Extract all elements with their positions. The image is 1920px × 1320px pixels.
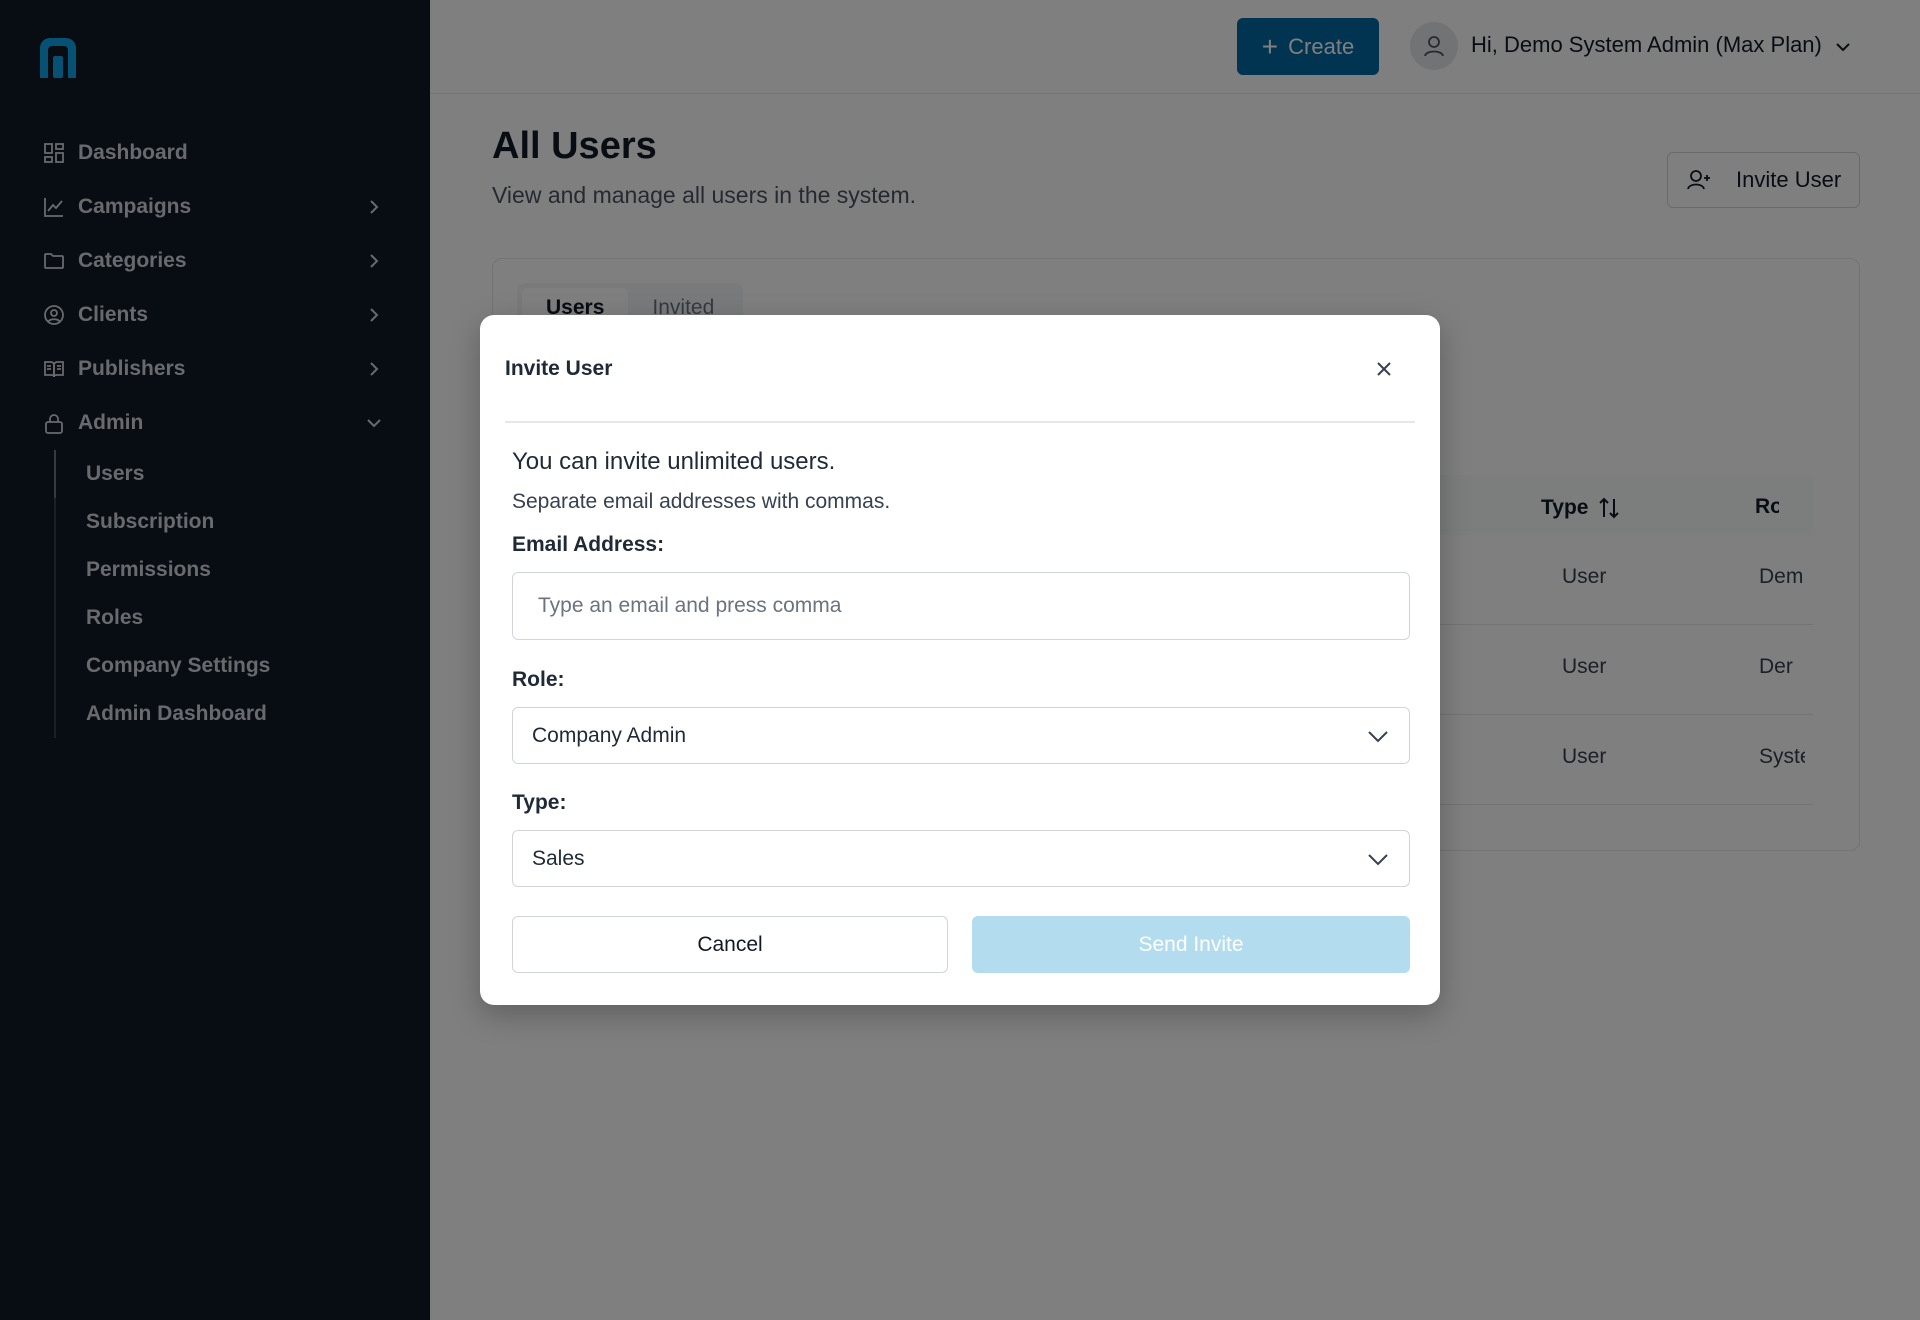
invite-limit-text: You can invite unlimited users.: [512, 448, 836, 475]
invite-hint-text: Separate email addresses with commas.: [512, 490, 891, 513]
email-label: Email Address:: [512, 533, 665, 556]
close-icon[interactable]: [1370, 355, 1398, 383]
role-selected-value: Company Admin: [532, 723, 687, 747]
role-select[interactable]: Company Admin: [512, 707, 1410, 764]
send-invite-button[interactable]: Send Invite: [972, 916, 1410, 973]
type-select[interactable]: Sales: [512, 830, 1410, 887]
chevron-down-icon: [1365, 723, 1391, 749]
type-selected-value: Sales: [532, 846, 585, 870]
cancel-button[interactable]: Cancel: [512, 916, 948, 973]
email-field[interactable]: [512, 572, 1410, 640]
invite-user-modal: Invite User You can invite unlimited use…: [480, 315, 1440, 1005]
role-label: Role:: [512, 668, 565, 691]
chevron-down-icon: [1365, 846, 1391, 872]
divider: [505, 421, 1415, 423]
modal-title: Invite User: [505, 357, 613, 380]
type-label: Type:: [512, 791, 567, 814]
